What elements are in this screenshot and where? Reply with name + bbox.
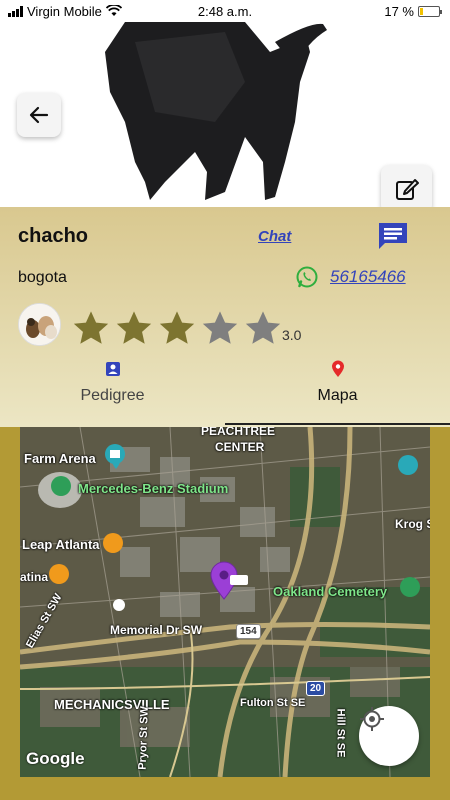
map-label-hill: Hill St SE xyxy=(334,708,347,758)
map-label-farm-arena: Farm Arena xyxy=(24,451,96,466)
map-label-krog: Krog S xyxy=(395,517,430,531)
pet-name: chacho xyxy=(18,225,89,247)
map-label-memorial: Memorial Dr SW xyxy=(110,623,203,637)
highway-154-shield: 154 xyxy=(236,624,261,639)
star-empty-icon[interactable] xyxy=(242,307,284,349)
tab-pedigree-label: Pedigree xyxy=(80,387,145,404)
clock: 2:48 a.m. xyxy=(197,3,253,19)
pedigree-badge-icon xyxy=(105,362,120,376)
dog-image xyxy=(105,22,327,200)
battery-percent: 17 % xyxy=(384,3,414,19)
rating-stars xyxy=(70,307,284,349)
pet-city: bogota xyxy=(18,269,67,286)
google-logo: Google xyxy=(26,749,85,768)
phone-link[interactable]: 56165466 xyxy=(330,267,406,287)
rating-value: 3.0 xyxy=(282,327,302,343)
map-view[interactable]: PEACHTREE CENTER Farm Arena Mercedes-Ben… xyxy=(20,427,430,777)
edit-icon xyxy=(395,179,419,200)
arrow-left-icon xyxy=(29,106,49,124)
edit-button[interactable] xyxy=(381,165,432,207)
star-filled-icon[interactable] xyxy=(113,307,155,349)
tab-pedigree[interactable]: Pedigree xyxy=(0,359,225,405)
pet-photo xyxy=(0,22,450,207)
whatsapp-icon[interactable] xyxy=(295,265,319,289)
pet-info-panel: chacho Chat bogota 56165466 3.0 Pedigree xyxy=(0,207,450,427)
status-bar: Virgin Mobile 2:48 a.m. 17 % xyxy=(0,0,450,22)
tab-mapa[interactable]: Mapa xyxy=(225,359,450,405)
my-location-button[interactable] xyxy=(359,706,419,766)
crosshair-icon xyxy=(360,707,384,731)
battery-icon xyxy=(418,5,442,17)
star-filled-icon[interactable] xyxy=(70,307,112,349)
map-label-leap: Leap Atlanta xyxy=(22,537,100,552)
chat-link[interactable]: Chat xyxy=(258,228,291,245)
owner-avatar xyxy=(18,303,61,346)
map-label-mechanicsville: MECHANICSVILLE xyxy=(54,697,170,712)
star-filled-icon[interactable] xyxy=(156,307,198,349)
star-empty-icon[interactable] xyxy=(199,307,241,349)
map-label-pryor: Pryor St SW xyxy=(136,706,151,770)
map-label-mercedes: Mercedes-Benz Stadium xyxy=(78,481,229,496)
map-label-fulton: Fulton St SE xyxy=(240,697,306,709)
location-pin-icon xyxy=(331,360,344,377)
highway-20-shield: 20 xyxy=(306,681,326,696)
tab-mapa-label: Mapa xyxy=(317,387,358,404)
tab-selected-indicator xyxy=(225,423,450,425)
chat-icon[interactable] xyxy=(376,220,410,252)
map-label-oakland: Oakland Cemetery xyxy=(273,584,388,599)
map-label-center: CENTER xyxy=(215,440,265,454)
map-label-peachtree: PEACHTREE xyxy=(201,427,276,438)
back-button[interactable] xyxy=(17,93,61,137)
map-label-atina: atina xyxy=(20,570,49,584)
